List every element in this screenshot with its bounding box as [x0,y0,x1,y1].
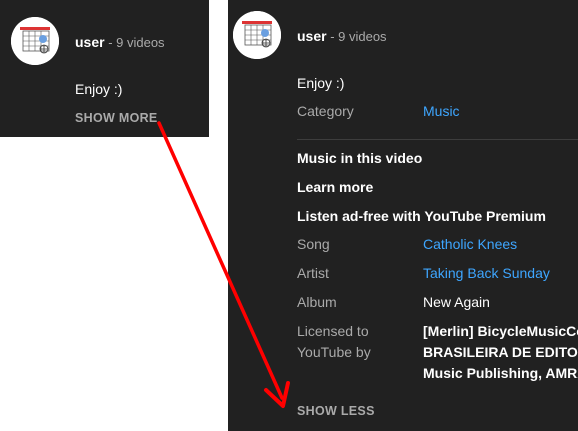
red-arrow-annotation [157,121,290,408]
arrow-shaft [157,121,284,400]
